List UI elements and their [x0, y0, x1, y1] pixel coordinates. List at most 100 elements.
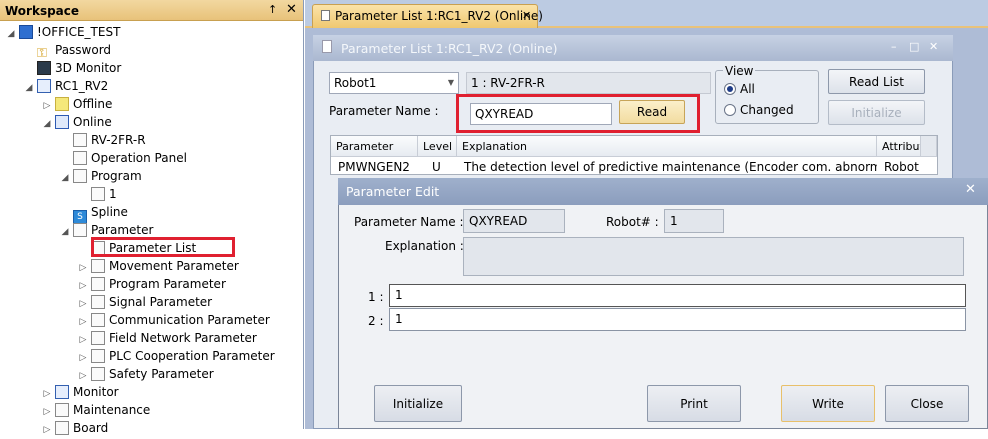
document-icon [321, 10, 330, 21]
column-header-level[interactable]: Level [418, 136, 457, 157]
tree-item[interactable]: ▷ Monitor [42, 383, 119, 401]
tree-item-label: Board [73, 421, 109, 435]
tree-item[interactable]: ◢ Online [42, 113, 112, 131]
close-icon[interactable]: ✕ [286, 2, 297, 17]
table-cell-explanation[interactable]: The detection level of predictive mainte… [457, 158, 877, 176]
tree-item[interactable]: ▷ Program Parameter [78, 275, 226, 293]
tree-item-label: 1 [109, 187, 117, 201]
offline-icon [55, 97, 69, 111]
robot-select-value: Robot1 [334, 76, 377, 90]
dialog-title: Parameter Edit [338, 178, 988, 205]
edit-parameter-name-value: QXYREAD [463, 209, 565, 233]
highlight-box-parameter-list [91, 237, 235, 257]
robot-number-label: Robot# : [606, 215, 659, 229]
tree-item[interactable]: ◢ Program [60, 167, 142, 185]
value-row-1-input[interactable]: 1 [389, 284, 966, 307]
value-row-1-label: 1 : [368, 290, 384, 304]
table-cell-parameter[interactable]: PMWNGEN2 [331, 158, 418, 176]
parameter-icon [73, 223, 87, 237]
project-icon [19, 25, 33, 39]
column-header-attribute[interactable]: Attribut [877, 136, 921, 157]
document-icon [322, 40, 332, 53]
value-row-2-input[interactable]: 1 [389, 308, 966, 331]
tree-item-label: Parameter [91, 223, 154, 237]
column-header-parameter[interactable]: Parameter [331, 136, 418, 157]
tree-item[interactable]: ▷ Movement Parameter [78, 257, 239, 275]
edit-parameter-name-label: Parameter Name : [354, 215, 464, 229]
program-file-icon [91, 187, 105, 201]
tree-item[interactable]: Operation Panel [60, 149, 187, 167]
view-all-radio[interactable] [724, 83, 736, 95]
tree-item[interactable]: RV-2FR-R [60, 131, 146, 149]
maximize-icon[interactable]: □ [909, 40, 919, 53]
print-button[interactable]: Print [647, 385, 741, 422]
robot-select[interactable]: Robot1 ▼ [329, 72, 459, 94]
tree-item-label: Operation Panel [91, 151, 187, 165]
table-cell-level[interactable]: U [425, 158, 457, 176]
chevron-down-icon: ▼ [447, 78, 454, 87]
tree-item-label: Program [91, 169, 142, 183]
table-cell-attribute[interactable]: Robot [877, 158, 921, 176]
view-all-label: All [740, 82, 755, 96]
tree-item-label: Monitor [73, 385, 119, 399]
tree-item[interactable]: ▷ Communication Parameter [78, 311, 270, 329]
maintenance-icon [55, 403, 69, 417]
close-icon[interactable]: ✕ [522, 9, 531, 22]
parameter-group-icon [91, 349, 105, 363]
write-button[interactable]: Write [781, 385, 875, 422]
parameter-group-icon [91, 277, 105, 291]
tree-item-label: Spline [91, 205, 128, 219]
parameter-group-icon [91, 331, 105, 345]
tree-item-label: Offline [73, 97, 113, 111]
tab-parameter-list[interactable]: Parameter List 1:RC1_RV2 (Online) ✕ [312, 4, 543, 28]
3d-monitor-icon [37, 61, 51, 75]
close-icon[interactable]: ✕ [965, 182, 976, 197]
view-changed-radio[interactable] [724, 104, 736, 116]
tree-item[interactable]: ▷ Maintenance [42, 401, 150, 419]
program-icon [73, 169, 87, 183]
tree-item[interactable]: ▷ Signal Parameter [78, 293, 212, 311]
tree-item-label: Safety Parameter [109, 367, 214, 381]
explanation-field [463, 237, 964, 276]
view-changed-label: Changed [740, 103, 794, 117]
robot-controller-icon [37, 79, 51, 93]
robot-name-field: 1 : RV-2FR-R [466, 72, 711, 94]
highlight-box-read [456, 94, 700, 133]
tree-item[interactable]: ◢ RC1_RV2 [24, 77, 108, 95]
tree-item[interactable]: ▷ Safety Parameter [78, 365, 214, 383]
pin-icon[interactable]: ↑ [268, 3, 277, 16]
column-header-explanation[interactable]: Explanation [457, 136, 877, 157]
tree-item-label: RV-2FR-R [91, 133, 146, 147]
close-icon[interactable]: ✕ [929, 40, 938, 53]
tree-item[interactable]: ▷ Field Network Parameter [78, 329, 257, 347]
explanation-label: Explanation : [385, 239, 464, 253]
expand-toggle-icon[interactable]: ◢ [6, 25, 16, 43]
window-title: Parameter List 1:RC1_RV2 (Online) [313, 35, 953, 61]
tree-item[interactable]: ▷ Offline [42, 95, 112, 113]
workspace-title: Workspace [0, 0, 303, 21]
read-list-button[interactable]: Read List [828, 69, 925, 94]
tree-item[interactable]: ▷ PLC Cooperation Parameter [78, 347, 275, 365]
board-icon [55, 421, 69, 435]
expand-toggle-icon[interactable]: ◢ [42, 115, 52, 133]
expand-toggle-icon[interactable]: ◢ [24, 79, 34, 97]
parameter-group-icon [91, 313, 105, 327]
close-button[interactable]: Close [885, 385, 969, 422]
minimize-icon[interactable]: – [891, 40, 897, 53]
expand-toggle-icon[interactable]: ▷ [42, 421, 52, 439]
tree-item-label: RC1_RV2 [55, 79, 109, 93]
expand-toggle-icon[interactable]: ◢ [60, 169, 70, 187]
tree-item[interactable]: 1 [78, 185, 117, 203]
tree-item[interactable]: S Spline [60, 203, 128, 224]
tree-item-label: Signal Parameter [109, 295, 213, 309]
initialize-list-button[interactable]: Initialize [828, 100, 925, 125]
expand-toggle-icon[interactable]: ◢ [60, 223, 70, 241]
tree-item-label: Program Parameter [109, 277, 226, 291]
tree-item-label: 3D Monitor [55, 61, 122, 75]
tree-item[interactable]: ⚿ Password [24, 41, 111, 61]
tree-item[interactable]: 3D Monitor [24, 59, 121, 77]
initialize-button[interactable]: Initialize [374, 385, 462, 422]
tree-item[interactable]: ▷ Board [42, 419, 108, 437]
tree-item[interactable]: ◢ !OFFICE_TEST [6, 23, 120, 41]
operation-panel-icon [73, 151, 87, 165]
